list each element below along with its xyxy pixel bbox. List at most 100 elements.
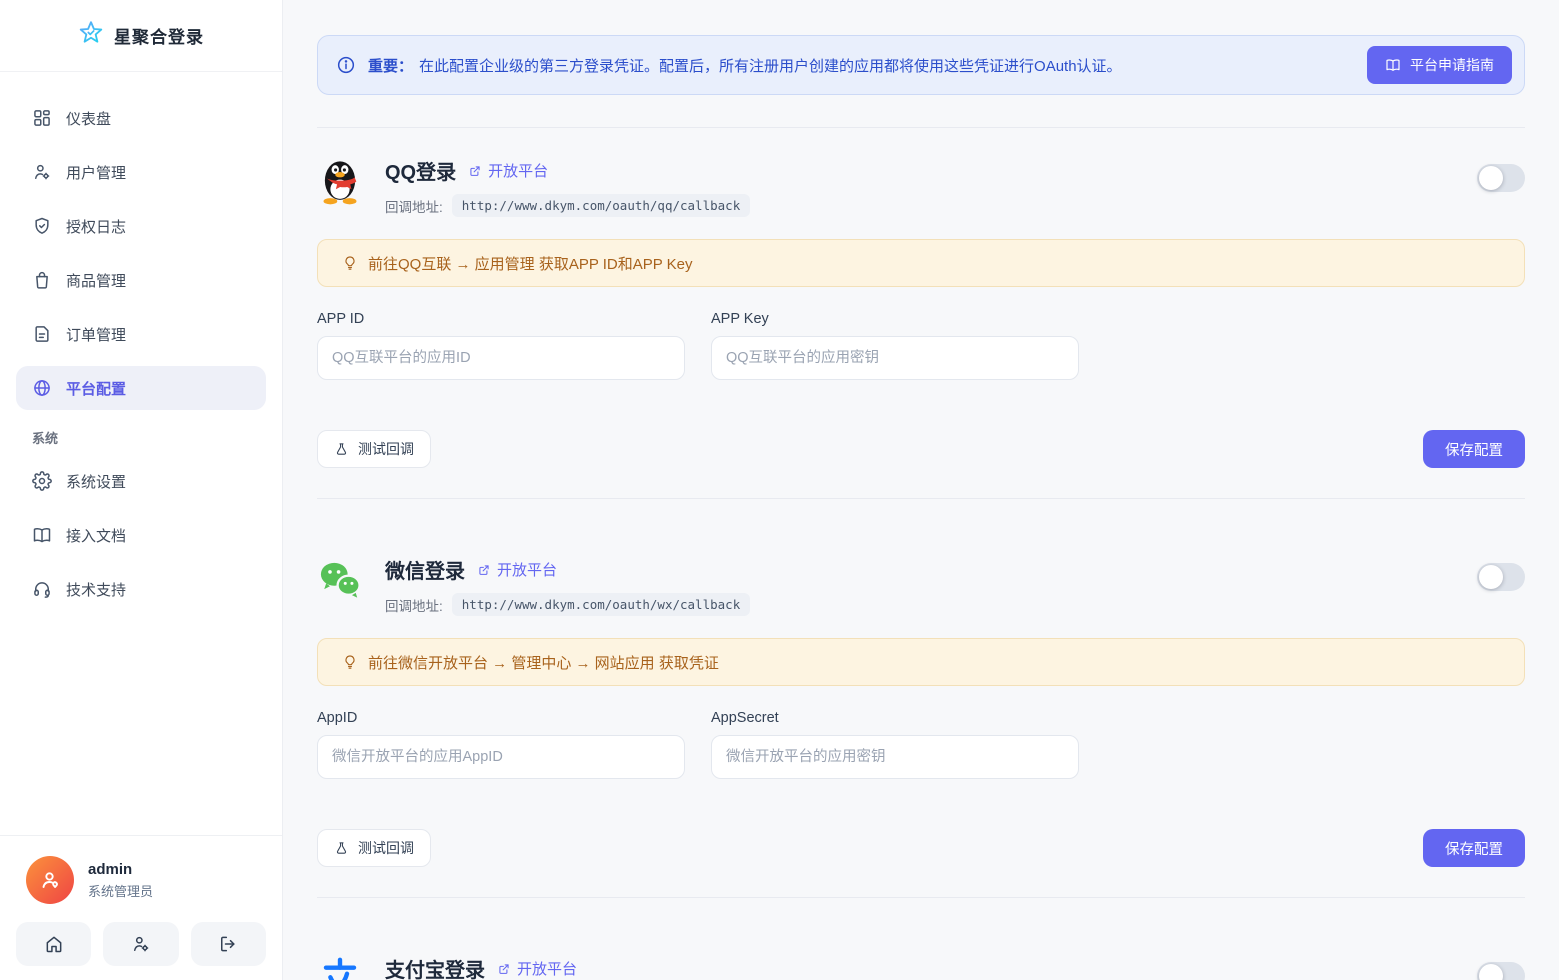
banner-message: 在此配置企业级的第三方登录凭证。配置后，所有注册用户创建的应用都将使用这些凭证进… xyxy=(419,58,1122,75)
sidebar-item-label: 技术支持 xyxy=(66,579,126,600)
sidebar-item-label: 授权日志 xyxy=(66,216,126,237)
user-info: admin 系统管理员 xyxy=(16,856,266,904)
tip-box: 前往QQ互联 → 应用管理 获取APP ID和APP Key xyxy=(317,239,1525,287)
sidebar-item-orders[interactable]: 订单管理 xyxy=(16,312,266,356)
sidebar-item-label: 系统设置 xyxy=(66,471,126,492)
user-actions xyxy=(16,922,266,966)
globe-icon xyxy=(32,378,52,398)
external-link-icon xyxy=(468,164,482,178)
open-platform-link[interactable]: 开放平台 xyxy=(468,160,548,181)
field-appid: AppID xyxy=(317,710,685,779)
profile-settings-button[interactable] xyxy=(103,922,178,966)
app-key-input[interactable] xyxy=(711,336,1079,380)
provider-title: 微信登录 xyxy=(385,555,465,584)
field-app-id: APP ID xyxy=(317,311,685,380)
wechat-logo-icon xyxy=(317,555,363,605)
provider-section-wechat: 微信登录 开放平台 回调地址: http://www.dkym.com/oaut… xyxy=(317,498,1525,897)
avatar xyxy=(26,856,74,904)
app-id-input[interactable] xyxy=(317,336,685,380)
provider-section-alipay: 支付宝登录 开放平台 回调地址: http://www.dkym.com/oau… xyxy=(317,897,1525,980)
field-label: APP ID xyxy=(317,311,685,327)
user-settings-icon xyxy=(32,162,52,182)
bulb-icon xyxy=(342,255,358,271)
enable-toggle[interactable] xyxy=(1477,164,1525,192)
appid-input[interactable] xyxy=(317,735,685,779)
test-callback-button[interactable]: 测试回调 xyxy=(317,430,431,468)
info-banner: 重要： 在此配置企业级的第三方登录凭证。配置后，所有注册用户创建的应用都将使用这些… xyxy=(317,35,1525,95)
headset-icon xyxy=(32,579,52,599)
sidebar-item-support[interactable]: 技术支持 xyxy=(16,567,266,611)
star-icon xyxy=(78,20,104,51)
platform-guide-button[interactable]: 平台申请指南 xyxy=(1367,46,1512,84)
save-config-button[interactable]: 保存配置 xyxy=(1423,829,1525,867)
app-root: 星聚合登录 仪表盘 用户管理 授权日志 xyxy=(0,0,1559,980)
sidebar-item-dashboard[interactable]: 仪表盘 xyxy=(16,96,266,140)
toggle-knob xyxy=(1479,565,1503,589)
sidebar: 星聚合登录 仪表盘 用户管理 授权日志 xyxy=(0,0,283,980)
external-link-icon xyxy=(477,563,491,577)
sidebar-item-label: 用户管理 xyxy=(66,162,126,183)
banner-text: 重要： 在此配置企业级的第三方登录凭证。配置后，所有注册用户创建的应用都将使用这些… xyxy=(368,55,1367,76)
banner-prefix: 重要： xyxy=(368,58,413,75)
sidebar-item-products[interactable]: 商品管理 xyxy=(16,258,266,302)
enable-toggle[interactable] xyxy=(1477,962,1525,980)
sidebar-item-label: 仪表盘 xyxy=(66,108,111,129)
dashboard-icon xyxy=(32,108,52,128)
home-button[interactable] xyxy=(16,922,91,966)
open-platform-link[interactable]: 开放平台 xyxy=(477,559,557,580)
brand-title: 星聚合登录 xyxy=(114,23,204,48)
brand-header: 星聚合登录 xyxy=(0,0,282,72)
provider-title: QQ登录 xyxy=(385,156,456,185)
qq-logo-icon xyxy=(317,156,363,206)
sidebar-item-platform-config[interactable]: 平台配置 xyxy=(16,366,266,410)
shopping-bag-icon xyxy=(32,270,52,290)
user-role: 系统管理员 xyxy=(88,881,153,900)
save-config-button[interactable]: 保存配置 xyxy=(1423,430,1525,468)
callback-label: 回调地址: xyxy=(385,196,443,216)
callback-label: 回调地址: xyxy=(385,595,443,615)
user-name: admin xyxy=(88,861,153,878)
tip-text: 前往QQ互联 → 应用管理 获取APP ID和APP Key xyxy=(368,253,693,274)
book-icon xyxy=(1385,57,1401,73)
callback-url: http://www.dkym.com/oauth/wx/callback xyxy=(452,593,750,616)
book-icon xyxy=(32,525,52,545)
sidebar-item-label: 平台配置 xyxy=(66,378,126,399)
tip-text: 前往微信开放平台 → 管理中心 → 网站应用 获取凭证 xyxy=(368,652,719,673)
sidebar-item-label: 接入文档 xyxy=(66,525,126,546)
alipay-logo-icon xyxy=(317,954,363,980)
sidebar-item-auth-logs[interactable]: 授权日志 xyxy=(16,204,266,248)
enable-toggle[interactable] xyxy=(1477,563,1525,591)
shield-icon xyxy=(32,216,52,236)
field-appsecret: AppSecret xyxy=(711,710,1079,779)
sidebar-item-users[interactable]: 用户管理 xyxy=(16,150,266,194)
tip-box: 前往微信开放平台 → 管理中心 → 网站应用 获取凭证 xyxy=(317,638,1525,686)
provider-section-qq: QQ登录 开放平台 回调地址: http://www.dkym.com/oaut… xyxy=(317,127,1525,498)
sidebar-nav: 仪表盘 用户管理 授权日志 商品管理 xyxy=(0,72,282,835)
flask-icon xyxy=(334,841,349,856)
toggle-knob xyxy=(1479,964,1503,980)
field-label: AppSecret xyxy=(711,710,1079,726)
logout-button[interactable] xyxy=(191,922,266,966)
info-icon xyxy=(336,55,356,75)
sidebar-item-label: 订单管理 xyxy=(66,324,126,345)
sidebar-item-docs[interactable]: 接入文档 xyxy=(16,513,266,557)
toggle-knob xyxy=(1479,166,1503,190)
bulb-icon xyxy=(342,654,358,670)
logout-icon xyxy=(218,934,238,954)
provider-title: 支付宝登录 xyxy=(385,954,485,980)
document-icon xyxy=(32,324,52,344)
main-content: 重要： 在此配置企业级的第三方登录凭证。配置后，所有注册用户创建的应用都将使用这些… xyxy=(283,0,1559,980)
appsecret-input[interactable] xyxy=(711,735,1079,779)
home-icon xyxy=(44,934,64,954)
open-platform-link[interactable]: 开放平台 xyxy=(497,958,577,979)
field-label: AppID xyxy=(317,710,685,726)
user-panel: admin 系统管理员 xyxy=(0,835,282,980)
sidebar-item-label: 商品管理 xyxy=(66,270,126,291)
test-callback-button[interactable]: 测试回调 xyxy=(317,829,431,867)
field-label: APP Key xyxy=(711,311,1079,327)
sidebar-item-system-settings[interactable]: 系统设置 xyxy=(16,459,266,503)
user-settings-icon xyxy=(131,934,151,954)
external-link-icon xyxy=(497,962,511,976)
callback-url: http://www.dkym.com/oauth/qq/callback xyxy=(452,194,750,217)
gear-icon xyxy=(32,471,52,491)
